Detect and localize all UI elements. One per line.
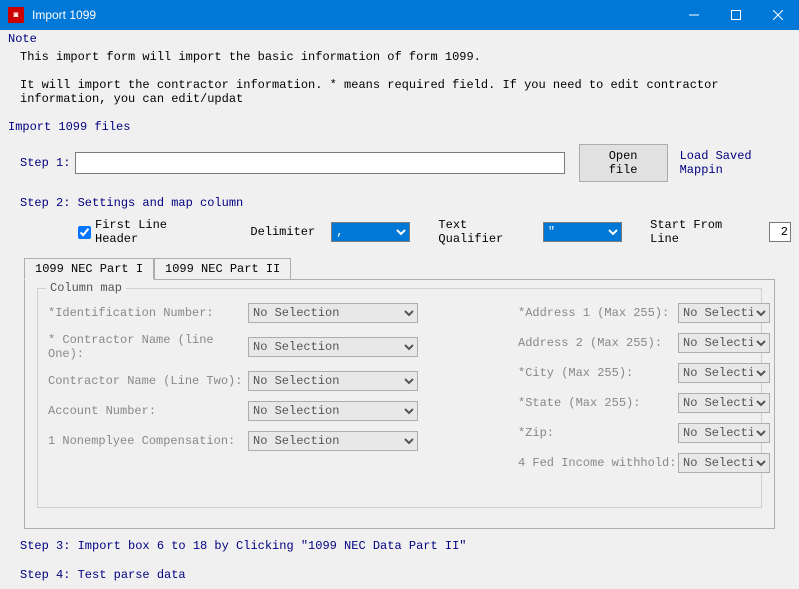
row-contractor-two: Contractor Name (Line Two): No Selection — [48, 371, 518, 391]
close-icon — [773, 10, 783, 20]
column-map-fieldset: Column map *Identification Number: No Se… — [37, 288, 762, 508]
row-state: *State (Max 255): No Selection — [518, 393, 770, 413]
select-address1[interactable]: No Selection — [678, 303, 770, 323]
row-id-number: *Identification Number: No Selection — [48, 303, 518, 323]
text-qualifier-label: Text Qualifier — [438, 218, 527, 246]
maximize-icon — [731, 10, 741, 20]
delimiter-select[interactable]: , — [331, 222, 410, 242]
label-nonemployee: 1 Nonemplyee Compensation: — [48, 434, 248, 448]
tab-content: Column map *Identification Number: No Se… — [24, 279, 775, 529]
minimize-icon — [689, 10, 699, 20]
tab-nec-part-1[interactable]: 1099 NEC Part I — [24, 258, 154, 280]
open-file-button[interactable]: Open file — [579, 144, 668, 182]
select-id-number[interactable]: No Selection — [248, 303, 418, 323]
maximize-button[interactable] — [715, 0, 757, 30]
select-state[interactable]: No Selection — [678, 393, 770, 413]
note-line-1: This import form will import the basic i… — [20, 50, 791, 64]
row-zip: *Zip: No Selection — [518, 423, 770, 443]
text-qualifier-select[interactable]: " — [543, 222, 622, 242]
step4-row: Step 4: Test parse data Test Parse — [8, 553, 791, 587]
row-nonemployee: 1 Nonemplyee Compensation: No Selection — [48, 431, 518, 451]
section-title: Import 1099 files — [8, 120, 791, 134]
select-zip[interactable]: No Selection — [678, 423, 770, 443]
step2-options: First Line Header Delimiter , Text Quali… — [78, 218, 791, 246]
column-map-legend: Column map — [46, 281, 126, 295]
minimize-button[interactable] — [673, 0, 715, 30]
column-map-right: *Address 1 (Max 255): No Selection Addre… — [518, 303, 770, 483]
label-zip: *Zip: — [518, 426, 678, 440]
start-from-line-label: Start From Line — [650, 218, 745, 246]
label-contractor-two: Contractor Name (Line Two): — [48, 374, 248, 388]
row-address1: *Address 1 (Max 255): No Selection — [518, 303, 770, 323]
row-city: *City (Max 255): No Selection — [518, 363, 770, 383]
step3-label: Step 3: Import box 6 to 18 by Clicking "… — [20, 539, 791, 553]
row-account-number: Account Number: No Selection — [48, 401, 518, 421]
label-id-number: *Identification Number: — [48, 306, 248, 320]
label-address1: *Address 1 (Max 255): — [518, 306, 678, 320]
select-account-number[interactable]: No Selection — [248, 401, 418, 421]
select-city[interactable]: No Selection — [678, 363, 770, 383]
row-fed-income: 4 Fed Income withhold: No Selection — [518, 453, 770, 473]
load-saved-mapping-link[interactable]: Load Saved Mappin — [680, 149, 791, 177]
select-address2[interactable]: No Selection — [678, 333, 770, 353]
window-content: Note This import form will import the ba… — [0, 30, 799, 589]
tabs: 1099 NEC Part I 1099 NEC Part II — [24, 258, 791, 279]
label-fed-income: 4 Fed Income withhold: — [518, 456, 678, 470]
column-map-columns: *Identification Number: No Selection * C… — [48, 303, 751, 483]
start-from-line-input[interactable] — [769, 222, 791, 242]
file-path-input[interactable] — [75, 152, 565, 174]
step4-label: Step 4: Test parse data — [20, 568, 186, 582]
row-address2: Address 2 (Max 255): No Selection — [518, 333, 770, 353]
select-fed-income[interactable]: No Selection — [678, 453, 770, 473]
close-button[interactable] — [757, 0, 799, 30]
window-title: Import 1099 — [32, 8, 673, 22]
label-address2: Address 2 (Max 255): — [518, 336, 678, 350]
titlebar: ◙ Import 1099 — [0, 0, 799, 30]
delimiter-label: Delimiter — [250, 225, 315, 239]
step1-label: Step 1: — [20, 156, 75, 170]
step2-label: Step 2: Settings and map column — [20, 196, 791, 210]
app-icon: ◙ — [8, 7, 24, 23]
select-contractor-two[interactable]: No Selection — [248, 371, 418, 391]
label-state: *State (Max 255): — [518, 396, 678, 410]
first-line-header-checkbox[interactable] — [78, 226, 91, 239]
tab-nec-part-2[interactable]: 1099 NEC Part II — [154, 258, 291, 280]
first-line-header-label: First Line Header — [95, 218, 200, 246]
select-contractor-one[interactable]: No Selection — [248, 337, 418, 357]
window-controls — [673, 0, 799, 30]
first-line-header-checkbox-wrap[interactable]: First Line Header — [78, 218, 200, 246]
label-account-number: Account Number: — [48, 404, 248, 418]
select-nonemployee[interactable]: No Selection — [248, 431, 418, 451]
note-heading: Note — [8, 32, 791, 46]
label-contractor-one: * Contractor Name (line One): — [48, 333, 248, 361]
column-map-left: *Identification Number: No Selection * C… — [48, 303, 518, 483]
note-line-2: It will import the contractor informatio… — [20, 78, 791, 106]
row-contractor-one: * Contractor Name (line One): No Selecti… — [48, 333, 518, 361]
label-city: *City (Max 255): — [518, 366, 678, 380]
step1-row: Step 1: Open file Load Saved Mappin — [20, 144, 791, 182]
